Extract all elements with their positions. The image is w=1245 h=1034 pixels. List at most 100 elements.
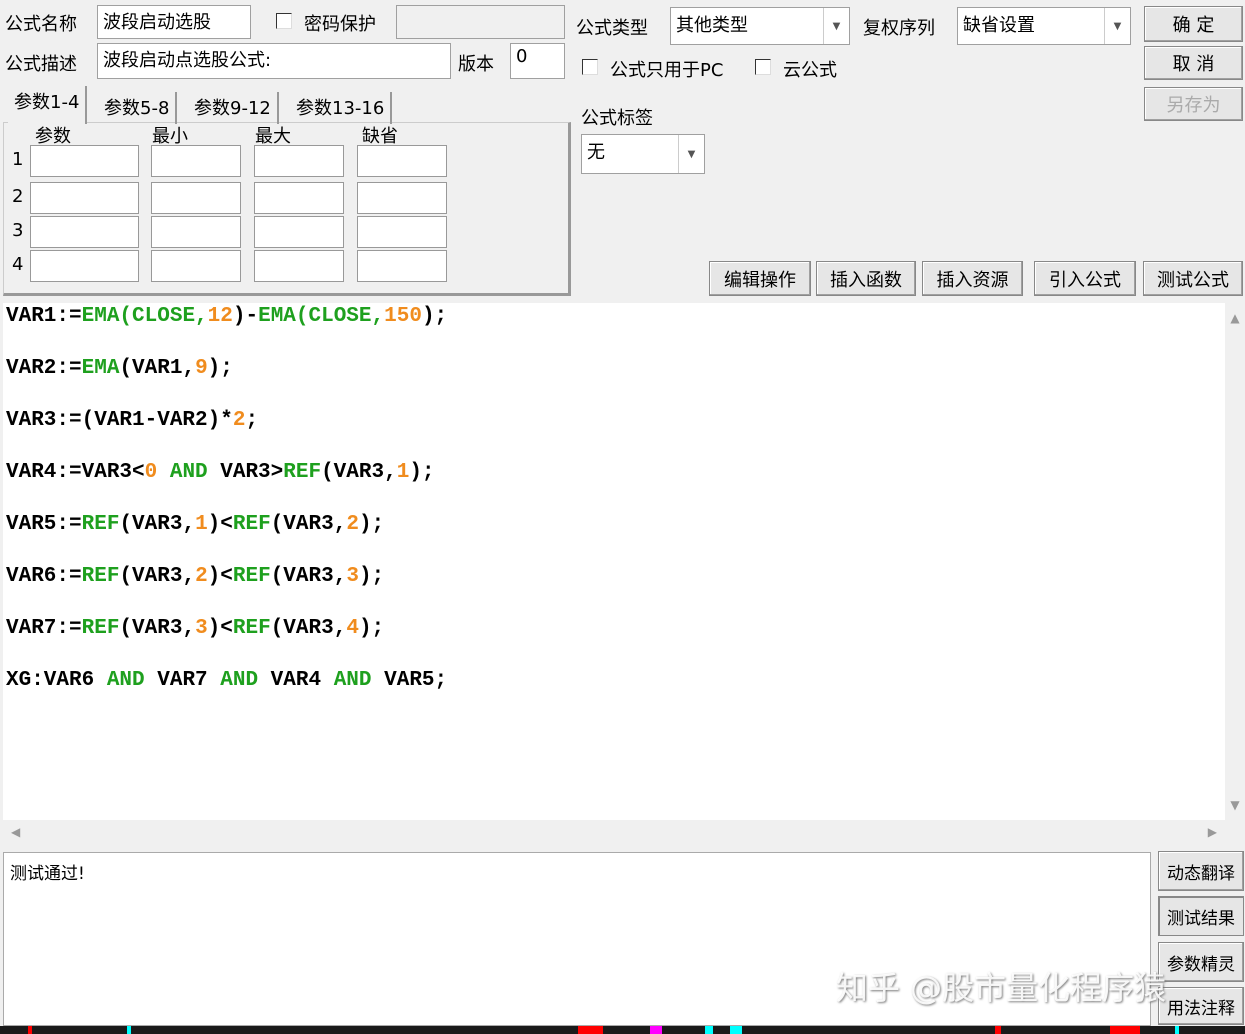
scroll-left-icon[interactable]: ◀	[11, 825, 20, 839]
code-token: REF	[232, 617, 271, 640]
code-token: )<	[207, 565, 233, 588]
code-line: VAR1:=EMA(CLOSE,12)-EMA(CLOSE,150);	[6, 303, 1225, 355]
cloud-checkbox[interactable]	[755, 59, 771, 75]
rights-label: 复权序列	[863, 18, 935, 39]
param-cell-缺省[interactable]	[357, 182, 447, 214]
formula-tag-select[interactable]: 无 ▼	[581, 134, 705, 174]
code-token: 150	[384, 305, 422, 328]
password-input[interactable]	[396, 5, 565, 39]
code-token: 2	[232, 409, 246, 432]
code-token: (VAR1,	[119, 357, 196, 380]
code-token: REF	[81, 617, 120, 640]
output-text: 测试通过!	[10, 864, 85, 884]
code-token: VAR5:=	[6, 513, 82, 536]
code-token: VAR4:=VAR3<	[6, 461, 145, 484]
param-cell-参数[interactable]	[30, 145, 139, 177]
scroll-down-icon[interactable]: ▼	[1230, 798, 1239, 812]
param-row-number: 4	[12, 254, 24, 275]
test-result-button[interactable]: 测试结果	[1158, 896, 1244, 936]
tab-params-13-16[interactable]: 参数13-16	[290, 92, 393, 124]
insert-resource-button[interactable]: 插入资源	[922, 261, 1023, 296]
param-cell-参数[interactable]	[30, 250, 139, 282]
param-cell-最小[interactable]	[151, 182, 241, 214]
formula-type-select[interactable]: 其他类型 ▼	[670, 7, 850, 45]
scroll-up-icon[interactable]: ▲	[1230, 311, 1239, 325]
code-token: REF	[81, 565, 120, 588]
vertical-scrollbar[interactable]: ▲ ▼	[1225, 303, 1245, 820]
edit-ops-button[interactable]: 编辑操作	[709, 261, 811, 296]
code-token: )<	[207, 617, 233, 640]
formula-desc-input[interactable]: 波段启动点选股公式:	[97, 43, 451, 79]
code-token: EMA	[81, 357, 120, 380]
translate-button[interactable]: 动态翻译	[1158, 851, 1244, 891]
code-editor[interactable]: VAR1:=EMA(CLOSE,12)-EMA(CLOSE,150); VAR2:…	[3, 303, 1225, 820]
password-label: 密码保护	[304, 14, 376, 35]
scroll-right-icon[interactable]: ▶	[1208, 825, 1217, 839]
cloud-label: 云公式	[783, 60, 837, 81]
param-cell-最大[interactable]	[254, 216, 344, 248]
code-token: 3	[195, 617, 208, 640]
code-token: REF	[232, 513, 271, 536]
code-token: ;	[245, 409, 259, 432]
code-line: VAR3:=(VAR1-VAR2)*2;	[6, 407, 1225, 459]
insert-function-button[interactable]: 插入函数	[816, 261, 916, 296]
param-row-number: 2	[12, 186, 24, 207]
code-line: VAR4:=VAR3<0 AND VAR3>REF(VAR3,1);	[6, 459, 1225, 511]
code-token: 3	[346, 565, 359, 588]
test-formula-button[interactable]: 测试公式	[1143, 261, 1243, 296]
formula-name-input[interactable]: 波段启动选股	[97, 5, 251, 39]
version-input[interactable]: 0	[510, 43, 565, 79]
tab-params-1-4[interactable]: 参数1-4	[8, 86, 88, 124]
chevron-down-icon: ▼	[678, 135, 704, 173]
rights-select[interactable]: 缺省设置 ▼	[957, 7, 1131, 45]
code-line: VAR2:=EMA(VAR1,9);	[6, 355, 1225, 407]
import-formula-button[interactable]: 引入公式	[1034, 261, 1136, 296]
tab-params-9-12[interactable]: 参数9-12	[188, 92, 279, 124]
code-token: 2	[195, 565, 208, 588]
code-token: 9	[195, 357, 208, 380]
code-line: VAR6:=REF(VAR3,2)<REF(VAR3,3);	[6, 563, 1225, 615]
param-wizard-button[interactable]: 参数精灵	[1158, 942, 1244, 982]
save-as-button[interactable]: 另存为	[1144, 87, 1243, 121]
code-line: VAR5:=REF(VAR3,1)<REF(VAR3,2);	[6, 511, 1225, 563]
code-token: );	[409, 461, 435, 484]
horizontal-scrollbar[interactable]: ◀ ▶	[3, 820, 1225, 844]
code-token: 1	[195, 513, 208, 536]
code-token: VAR7:=	[6, 617, 82, 640]
code-token: (VAR3,	[270, 565, 347, 588]
pc-only-label: 公式只用于PC	[610, 60, 724, 81]
param-cell-最小[interactable]	[151, 216, 241, 248]
code-token: 4	[346, 617, 359, 640]
code-token: VAR1:=	[6, 305, 82, 328]
password-checkbox[interactable]	[276, 13, 292, 29]
chart-strip	[0, 1026, 1245, 1034]
param-cell-缺省[interactable]	[357, 216, 447, 248]
pc-only-checkbox[interactable]	[582, 59, 598, 75]
param-cell-参数[interactable]	[30, 216, 139, 248]
code-token: );	[207, 357, 233, 380]
code-token: 12	[207, 305, 233, 328]
ok-button[interactable]: 确 定	[1144, 6, 1243, 42]
tab-params-5-8[interactable]: 参数5-8	[98, 92, 178, 124]
param-cell-最大[interactable]	[254, 145, 344, 177]
code-token: );	[358, 513, 385, 536]
param-cell-最小[interactable]	[151, 145, 241, 177]
code-token: AND	[207, 669, 271, 692]
param-cell-参数[interactable]	[30, 182, 139, 214]
param-cell-最小[interactable]	[151, 250, 241, 282]
param-cell-缺省[interactable]	[357, 250, 447, 282]
usage-notes-button[interactable]: 用法注释	[1158, 987, 1244, 1025]
code-token: );	[421, 305, 448, 328]
param-cell-缺省[interactable]	[357, 145, 447, 177]
code-token: 0	[144, 461, 158, 484]
formula-type-value: 其他类型	[676, 15, 748, 36]
cancel-button[interactable]: 取 消	[1144, 46, 1243, 80]
param-cell-最大[interactable]	[254, 250, 344, 282]
code-line: XG:VAR6 AND VAR7 AND VAR4 AND VAR5;	[6, 667, 1225, 719]
formula-desc-label: 公式描述	[5, 54, 77, 75]
param-cell-最大[interactable]	[254, 182, 344, 214]
code-token: AND	[94, 669, 158, 692]
version-label: 版本	[458, 54, 494, 75]
code-token: VAR5;	[384, 669, 448, 692]
code-token: VAR3>	[220, 461, 284, 484]
